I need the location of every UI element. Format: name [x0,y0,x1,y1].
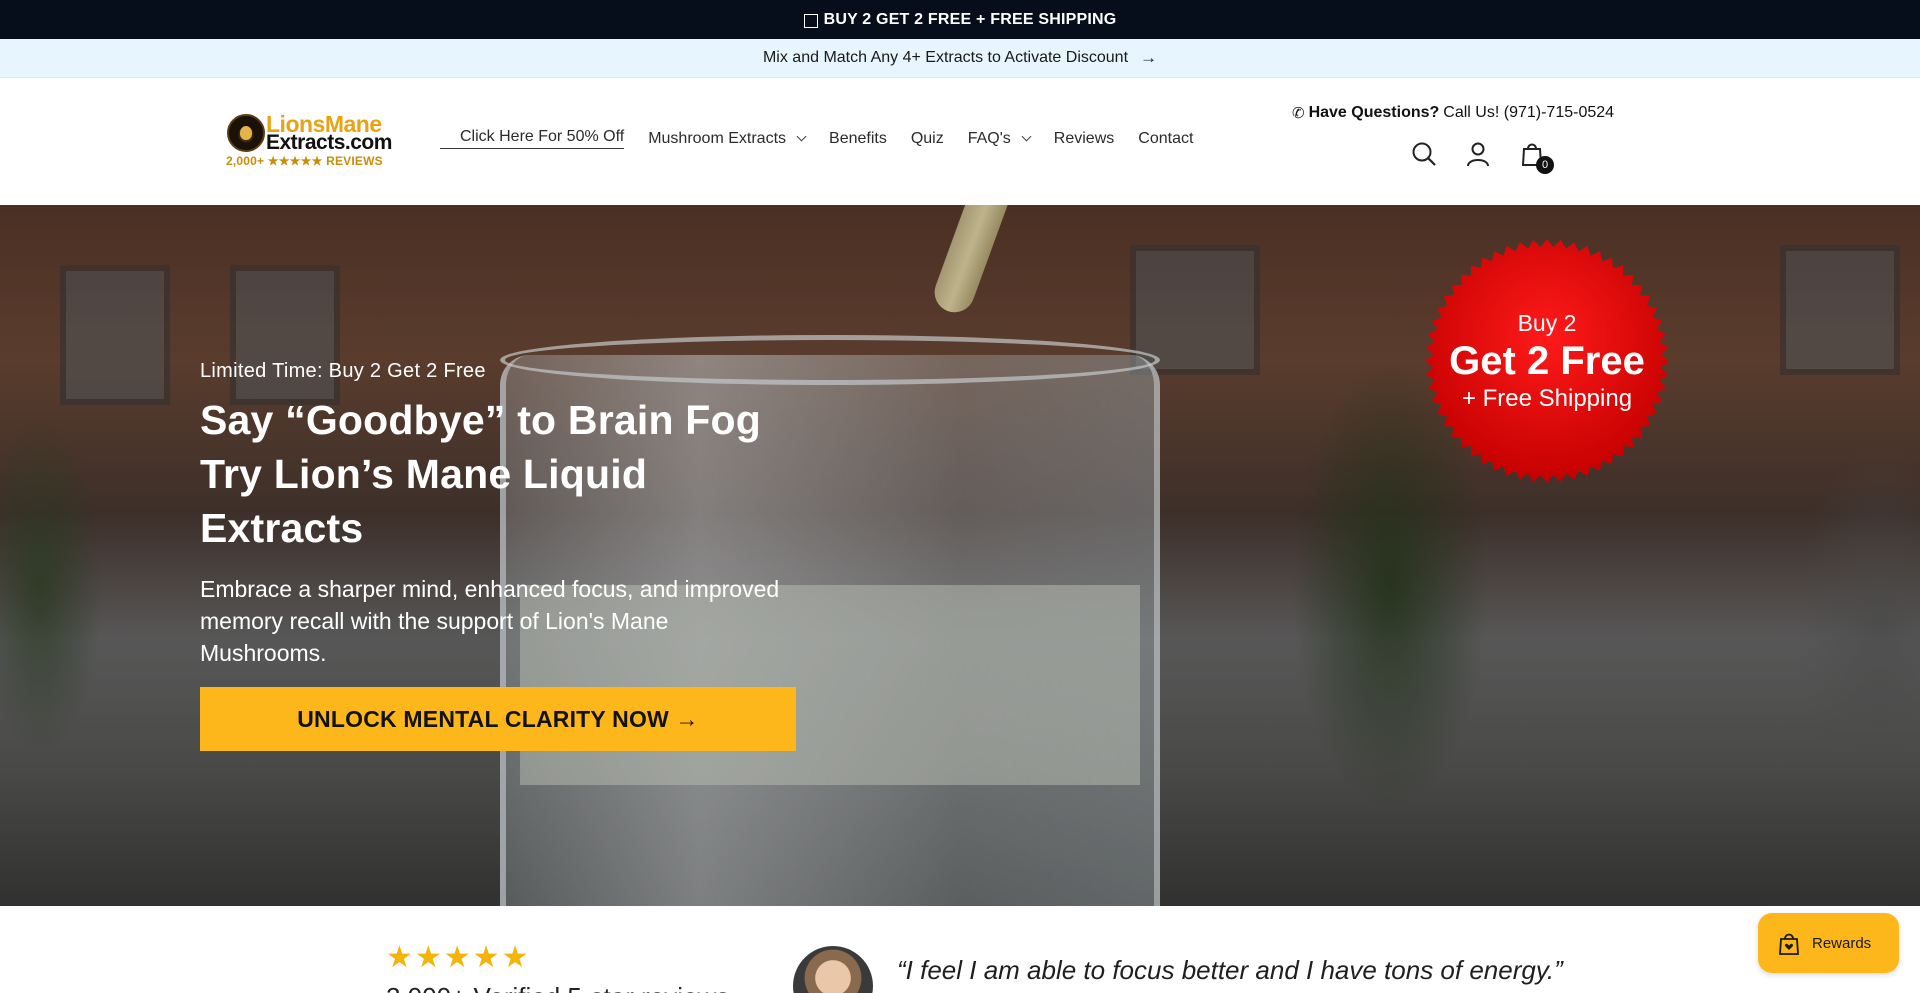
contact-info: ✆ Have Questions? Call Us! (971)-715-052… [1292,104,1614,122]
nav-label: Reviews [1053,129,1115,147]
phone-link[interactable]: Call Us! (971)-715-0524 [1443,104,1614,122]
nav-label: Quiz [910,129,944,147]
header-icons: 0 [1410,140,1554,174]
hero-heading: Say “Goodbye” to Brain Fog Try Lion’s Ma… [200,393,800,555]
badge-text: Buy 2 Get 2 Free + Free Shipping [1424,238,1670,484]
hero-heading-line: Say “Goodbye” to Brain Fog [200,397,762,443]
rewards-label: Rewards [1812,934,1872,952]
rewards-bag-icon [1779,933,1799,955]
site-logo[interactable]: LionsMane Extracts.com 2,000+ ★★★★★ REVI… [224,112,394,172]
badge-line-3: + Free Shipping [1461,384,1633,412]
cart-icon[interactable]: 0 [1518,140,1554,174]
gift-icon [803,13,818,28]
nav-label: Contact [1138,129,1194,147]
rating-stars: ★★★★★ [386,941,531,974]
nav-item-contact[interactable]: Contact [1138,130,1193,148]
have-questions-label: Have Questions? [1308,104,1440,121]
badge-line-1: Buy 2 [1517,309,1577,336]
lion-logo-icon [227,114,265,152]
review-quote: “I feel I am able to focus better and I … [897,955,1563,985]
hero-content: Limited Time: Buy 2 Get 2 Free Say “Good… [200,360,800,669]
logo-reviews: 2,000+ ★★★★★ REVIEWS [226,154,383,168]
badge-line-2: Get 2 Free [1449,338,1645,383]
promo-badge: Buy 2 Get 2 Free + Free Shipping [1424,238,1670,484]
nav-item-reviews[interactable]: Reviews [1054,130,1114,148]
nav-label: Click Here For 50% Off [460,128,625,145]
nav-item-benefits[interactable]: Benefits [829,130,887,148]
hero-banner: Limited Time: Buy 2 Get 2 Free Say “Good… [0,205,1920,906]
unlock-clarity-button[interactable]: UNLOCK MENTAL CLARITY NOW → [200,687,796,751]
search-icon[interactable] [1410,140,1438,168]
reviews-strip: ★★★★★ 2,000+ Verified 5-star reviews “I … [0,906,1920,993]
chevron-down-icon [1021,131,1032,142]
account-icon[interactable] [1464,140,1492,168]
arrow-right-icon: → [1140,48,1158,67]
rewards-button[interactable]: Rewards [1758,913,1899,973]
hero-heading-line: Extracts [200,505,364,551]
nav-label: FAQ's [967,129,1011,147]
discount-bar[interactable]: Mix and Match Any 4+ Extracts to Activat… [0,39,1920,78]
reviewer-avatar [793,946,873,993]
logo-line-2: Extracts.com [266,131,392,154]
chevron-down-icon [796,131,807,142]
announcement-bar: BUY 2 GET 2 FREE + FREE SHIPPING [0,0,1920,39]
nav-item-faqs[interactable]: FAQ's [967,129,1032,148]
nav-item-mushroom-extracts[interactable]: Mushroom Extracts [648,129,807,148]
announcement-text: BUY 2 GET 2 FREE + FREE SHIPPING [823,10,1117,28]
hero-heading-line: Try Lion’s Mane Liquid [200,451,648,497]
verified-reviews-text: 2,000+ Verified 5-star reviews [386,982,729,993]
nav-item-50-off[interactable]: Click Here For 50% Off [440,128,625,149]
main-nav: Click Here For 50% Off Mushroom Extracts… [440,128,1217,149]
hero-eyebrow: Limited Time: Buy 2 Get 2 Free [200,360,486,382]
nav-item-quiz[interactable]: Quiz [911,130,944,148]
nav-label: Benefits [829,129,887,147]
discount-text[interactable]: Mix and Match Any 4+ Extracts to Activat… [763,49,1128,67]
site-header: LionsMane Extracts.com 2,000+ ★★★★★ REVI… [0,78,1920,205]
hero-description: Embrace a sharper mind, enhanced focus, … [200,576,780,666]
cart-count-badge: 0 [1536,156,1554,174]
phone-icon: ✆ [1292,105,1305,122]
nav-label: Mushroom Extracts [648,129,787,147]
